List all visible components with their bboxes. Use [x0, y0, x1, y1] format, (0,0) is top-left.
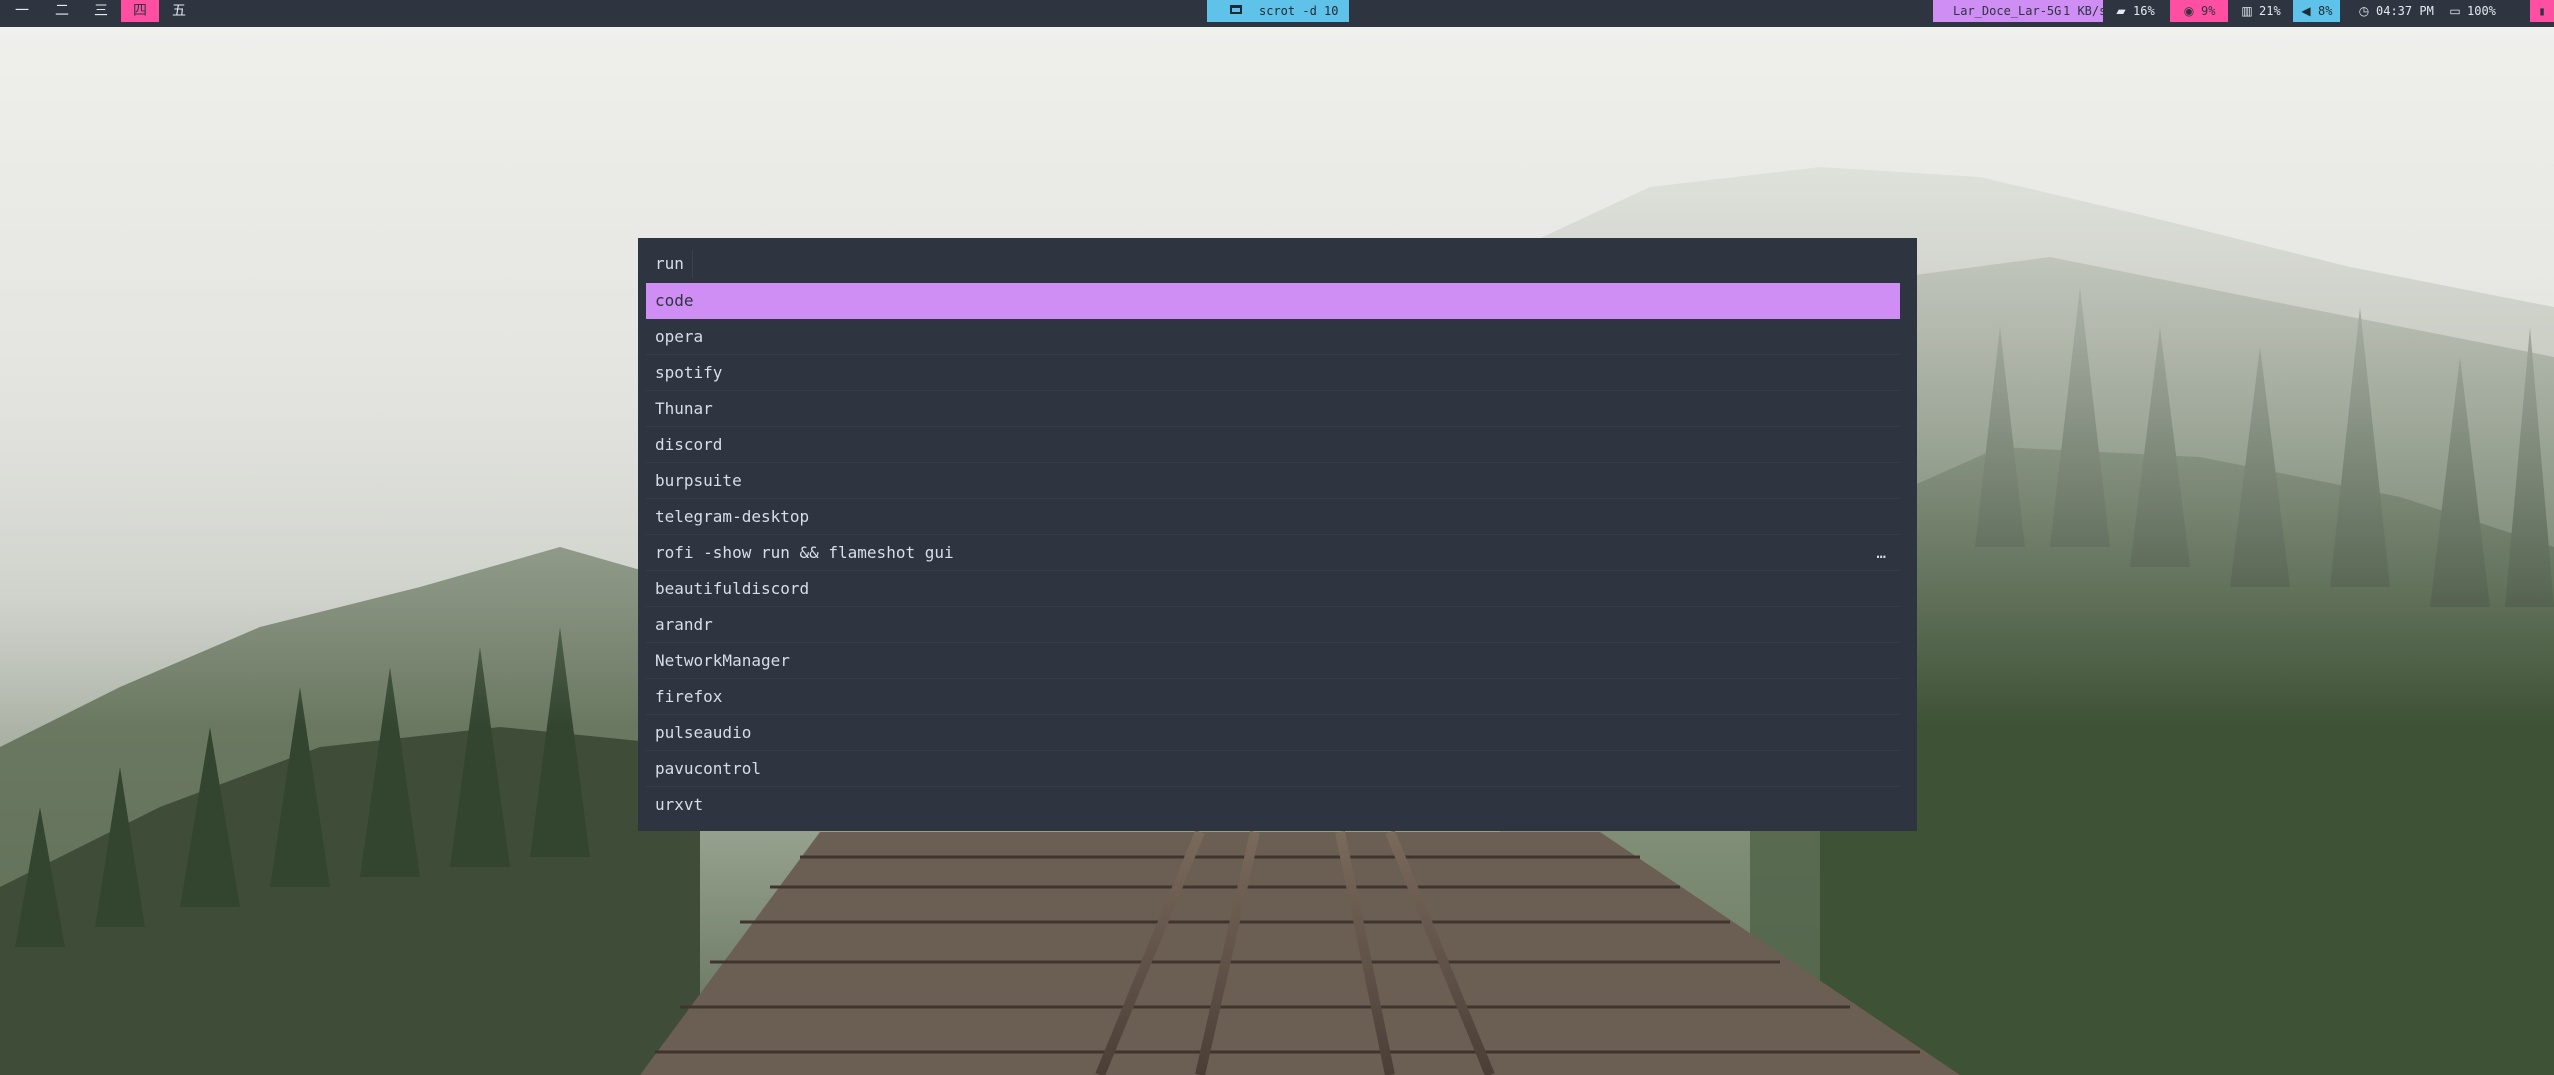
list-item[interactable]: spotify — [646, 355, 1900, 391]
workspace-2[interactable]: 二 — [50, 0, 74, 22]
list-item-label: firefox — [655, 687, 723, 706]
memory-icon: ▥ — [2241, 4, 2253, 18]
network-ssid: Lar_Doce_Lar-5G — [1953, 4, 2062, 18]
cpu-module[interactable]: ◉ 9% — [2170, 0, 2228, 22]
list-item[interactable]: urxvt — [646, 787, 1900, 823]
list-item-label: Thunar — [655, 399, 713, 418]
workspace-5[interactable]: 五 — [167, 0, 191, 22]
volume-level: 8% — [2318, 4, 2333, 18]
clock-time: 04:37 PM — [2376, 4, 2434, 18]
list-item-label: arandr — [655, 615, 713, 634]
volume-module[interactable]: ◀ 8% — [2293, 0, 2340, 22]
list-item[interactable]: arandr — [646, 607, 1900, 643]
list-item[interactable]: pulseaudio — [646, 715, 1900, 751]
list-item[interactable]: discord — [646, 427, 1900, 463]
list-item-label: pavucontrol — [655, 759, 761, 778]
top-status-bar: 一 二 三 四 五 scrot -d 10 Lar_Doce_Lar-5G 1 … — [0, 0, 2554, 27]
network-module[interactable]: Lar_Doce_Lar-5G 1 KB/s — [1933, 0, 2107, 22]
list-item-label: beautifuldiscord — [655, 579, 810, 598]
run-prompt-label: run — [655, 254, 684, 273]
workspace-3[interactable]: 三 — [89, 0, 113, 22]
workspace-4-active[interactable]: 四 — [121, 0, 159, 22]
cpu-usage: 9% — [2201, 4, 2216, 18]
workspace-1[interactable]: 一 — [10, 0, 34, 22]
clock-icon: ◷ — [2358, 4, 2370, 18]
list-item-label: telegram-desktop — [655, 507, 810, 526]
power-icon: ▮ — [2538, 4, 2546, 18]
disk-module[interactable]: ▰ 16% — [2114, 0, 2168, 22]
list-item[interactable]: Thunar — [646, 391, 1900, 427]
list-item-label: discord — [655, 435, 723, 454]
network-speed: 1 KB/s — [2063, 4, 2107, 18]
list-item[interactable]: telegram-desktop — [646, 499, 1900, 535]
list-item-label: code — [655, 291, 694, 310]
list-item-label: burpsuite — [655, 471, 742, 490]
list-item-label: pulseaudio — [655, 723, 752, 742]
list-item-label: rofi -show run && flameshot gui — [655, 543, 954, 562]
list-item-label: NetworkManager — [655, 651, 790, 670]
list-item[interactable]: firefox — [646, 679, 1900, 715]
disk-usage: 16% — [2133, 4, 2155, 18]
battery-icon: ▭ — [2449, 4, 2461, 18]
list-item-selected[interactable]: code — [646, 283, 1900, 319]
memory-module[interactable]: ▥ 21% — [2240, 0, 2290, 22]
command-list: code opera spotify Thunar discord burpsu… — [646, 283, 1900, 823]
speaker-icon: ◀ — [2301, 4, 2311, 18]
battery-module[interactable]: ▭ 100% — [2448, 0, 2508, 22]
rofi-run-launcher: run code opera spotify Thunar discord bu… — [638, 238, 1917, 831]
cpu-icon: ◉ — [2183, 4, 2195, 18]
memory-usage: 21% — [2259, 4, 2281, 18]
list-item-label: opera — [655, 327, 704, 346]
clock-module[interactable]: ◷ 04:37 PM — [2357, 0, 2437, 22]
prompt-input-field[interactable] — [692, 250, 693, 278]
list-item[interactable]: opera — [646, 319, 1900, 355]
power-button[interactable]: ▮ — [2530, 0, 2554, 22]
list-item-label: urxvt — [655, 795, 704, 814]
overflow-ellipsis: … — [1876, 543, 1886, 562]
window-icon — [1230, 5, 1242, 14]
list-item[interactable]: burpsuite — [646, 463, 1900, 499]
list-item[interactable]: beautifuldiscord — [646, 571, 1900, 607]
list-item-label: spotify — [655, 363, 723, 382]
list-item[interactable]: rofi -show run && flameshot gui … — [646, 535, 1900, 571]
list-item[interactable]: NetworkManager — [646, 643, 1900, 679]
battery-level: 100% — [2467, 4, 2496, 18]
window-title-text: scrot -d 10 — [1259, 4, 1339, 18]
folder-icon: ▰ — [2116, 4, 2126, 18]
list-item[interactable]: pavucontrol — [646, 751, 1900, 787]
active-window-title[interactable]: scrot -d 10 — [1207, 0, 1349, 22]
